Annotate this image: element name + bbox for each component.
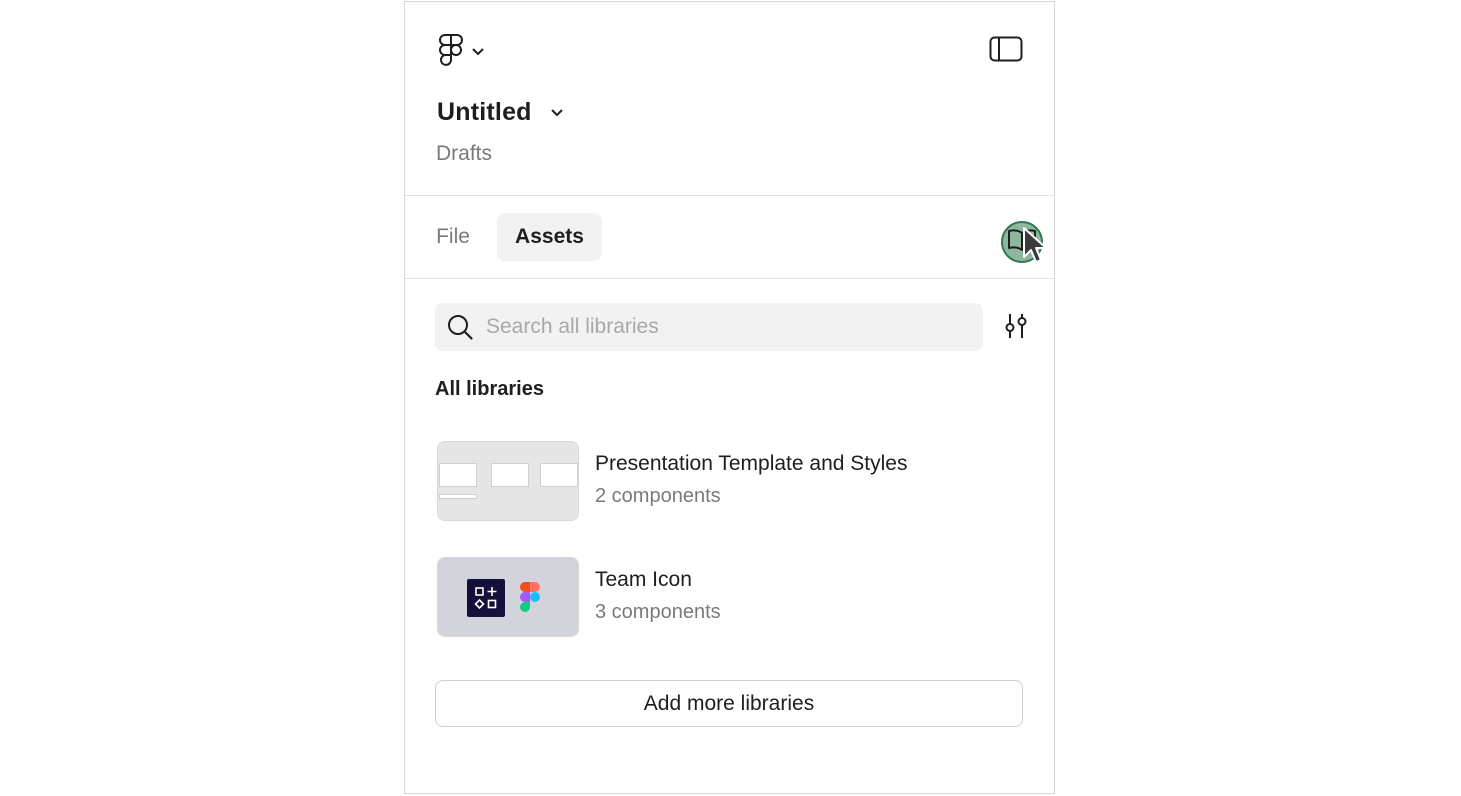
figma-logo-icon (437, 32, 465, 73)
chevron-down-icon (471, 44, 485, 62)
add-more-libraries-button[interactable]: Add more libraries (435, 680, 1023, 727)
file-title: Untitled (437, 98, 532, 126)
file-location[interactable]: Drafts (436, 142, 492, 166)
slide-preview (439, 463, 477, 487)
tab-bar: File Assets (405, 196, 1054, 279)
panel-header: Untitled Drafts (405, 2, 1054, 196)
library-component-count: 2 components (595, 485, 721, 507)
library-component-count: 3 components (595, 601, 721, 623)
library-thumbnail (437, 441, 579, 521)
library-thumbnail (437, 557, 579, 637)
tab-file[interactable]: File (427, 213, 479, 261)
file-title-row: Untitled (437, 98, 564, 127)
library-filter-button[interactable] (1001, 312, 1031, 345)
mouse-cursor-icon (1021, 226, 1051, 273)
main-menu-button[interactable] (437, 32, 485, 73)
slide-preview (491, 463, 529, 487)
library-name: Presentation Template and Styles (595, 452, 908, 475)
team-icon-tile-icon (467, 579, 505, 617)
tab-assets[interactable]: Assets (497, 213, 602, 261)
all-libraries-heading: All libraries (435, 378, 544, 400)
file-menu-chevron-icon[interactable] (550, 108, 564, 118)
slide-preview (540, 463, 578, 487)
search-input[interactable] (484, 314, 958, 340)
search-field[interactable] (435, 303, 983, 351)
slide-preview (439, 494, 477, 499)
sidebar-panel-icon (989, 36, 1023, 67)
library-item-team-icon[interactable]: Team Icon 3 components (437, 557, 1027, 637)
assets-panel: Untitled Drafts File Assets Search all l… (404, 1, 1055, 794)
library-item-presentation[interactable]: Presentation Template and Styles 2 compo… (437, 441, 1027, 521)
search-icon (446, 313, 474, 341)
toggle-sidebar-button[interactable] (988, 36, 1024, 66)
library-name: Team Icon (595, 568, 692, 591)
sliders-icon (1002, 312, 1030, 345)
figma-logo-icon (518, 581, 542, 618)
